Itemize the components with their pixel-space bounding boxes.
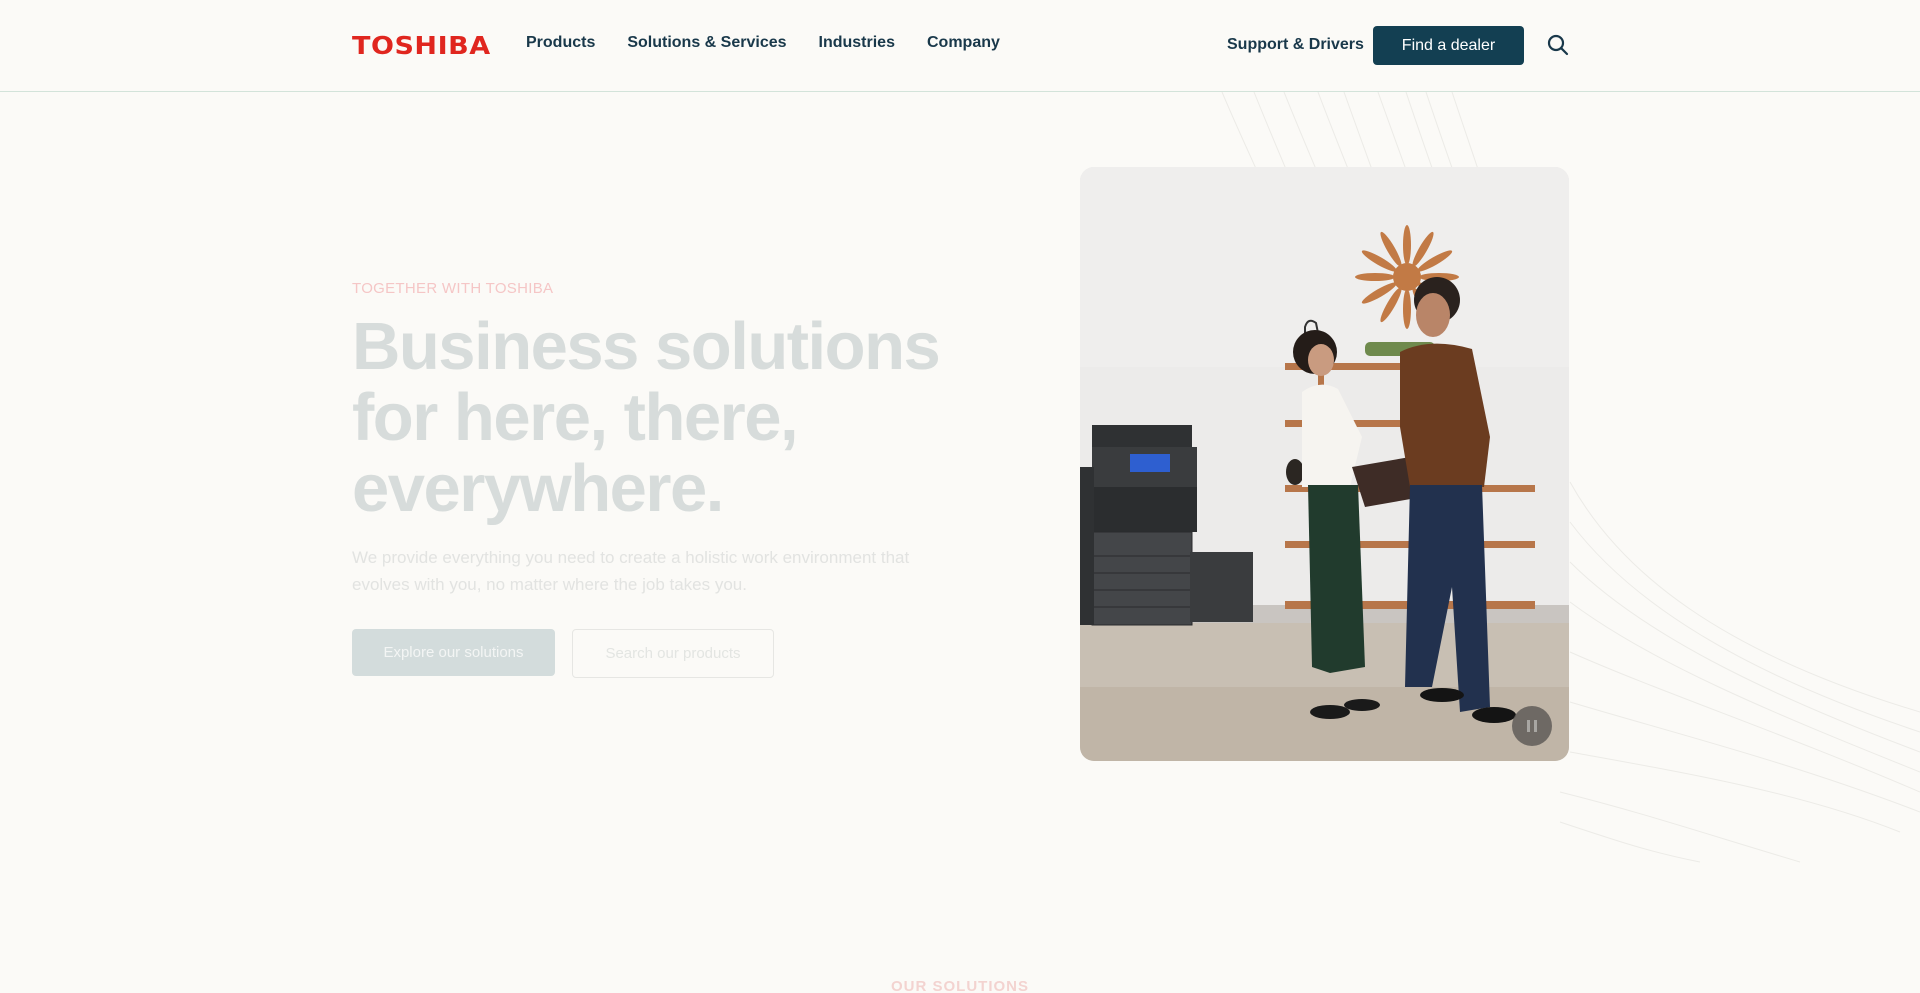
search-products-button[interactable]: Search our products	[572, 629, 774, 678]
nav-item-solutions-services[interactable]: Solutions & Services	[627, 34, 786, 52]
hero-subtext: We provide everything you need to create…	[352, 548, 910, 594]
pause-icon	[1527, 720, 1530, 732]
nav-item-industries[interactable]: Industries	[819, 34, 895, 52]
hero-buttons: Explore our solutions Search our product…	[352, 629, 774, 678]
site-header: TOSHIBA Products Solutions & Services In…	[0, 0, 1920, 92]
nav-item-company[interactable]: Company	[927, 34, 1000, 52]
toshiba-logo[interactable]: TOSHIBA	[352, 31, 491, 60]
find-dealer-button[interactable]: Find a dealer	[1373, 26, 1524, 65]
hero-headline: Business solutions for here, there, ever…	[352, 311, 972, 524]
support-drivers-link[interactable]: Support & Drivers	[1227, 36, 1364, 54]
headline-line-3: everywhere.	[352, 451, 724, 526]
search-icon[interactable]	[1546, 33, 1570, 57]
our-solutions-heading: OUR SOLUTIONS	[890, 978, 1029, 993]
main-nav: Products Solutions & Services Industries…	[526, 34, 1032, 52]
headline-line-2: for here, there,	[352, 380, 799, 455]
pause-slideshow-button[interactable]	[1512, 706, 1552, 746]
hero-eyebrow: TOGETHER WITH TOSHIBA	[352, 280, 554, 297]
nav-item-products[interactable]: Products	[526, 34, 595, 52]
explore-solutions-button[interactable]: Explore our solutions	[352, 629, 555, 676]
hero-text: TOGETHER WITH TOSHIBA Business solutions…	[352, 280, 972, 678]
office-scene-illustration	[1080, 167, 1569, 761]
hero-image	[1080, 167, 1569, 761]
headline-line-1: Business solutions	[352, 309, 941, 384]
